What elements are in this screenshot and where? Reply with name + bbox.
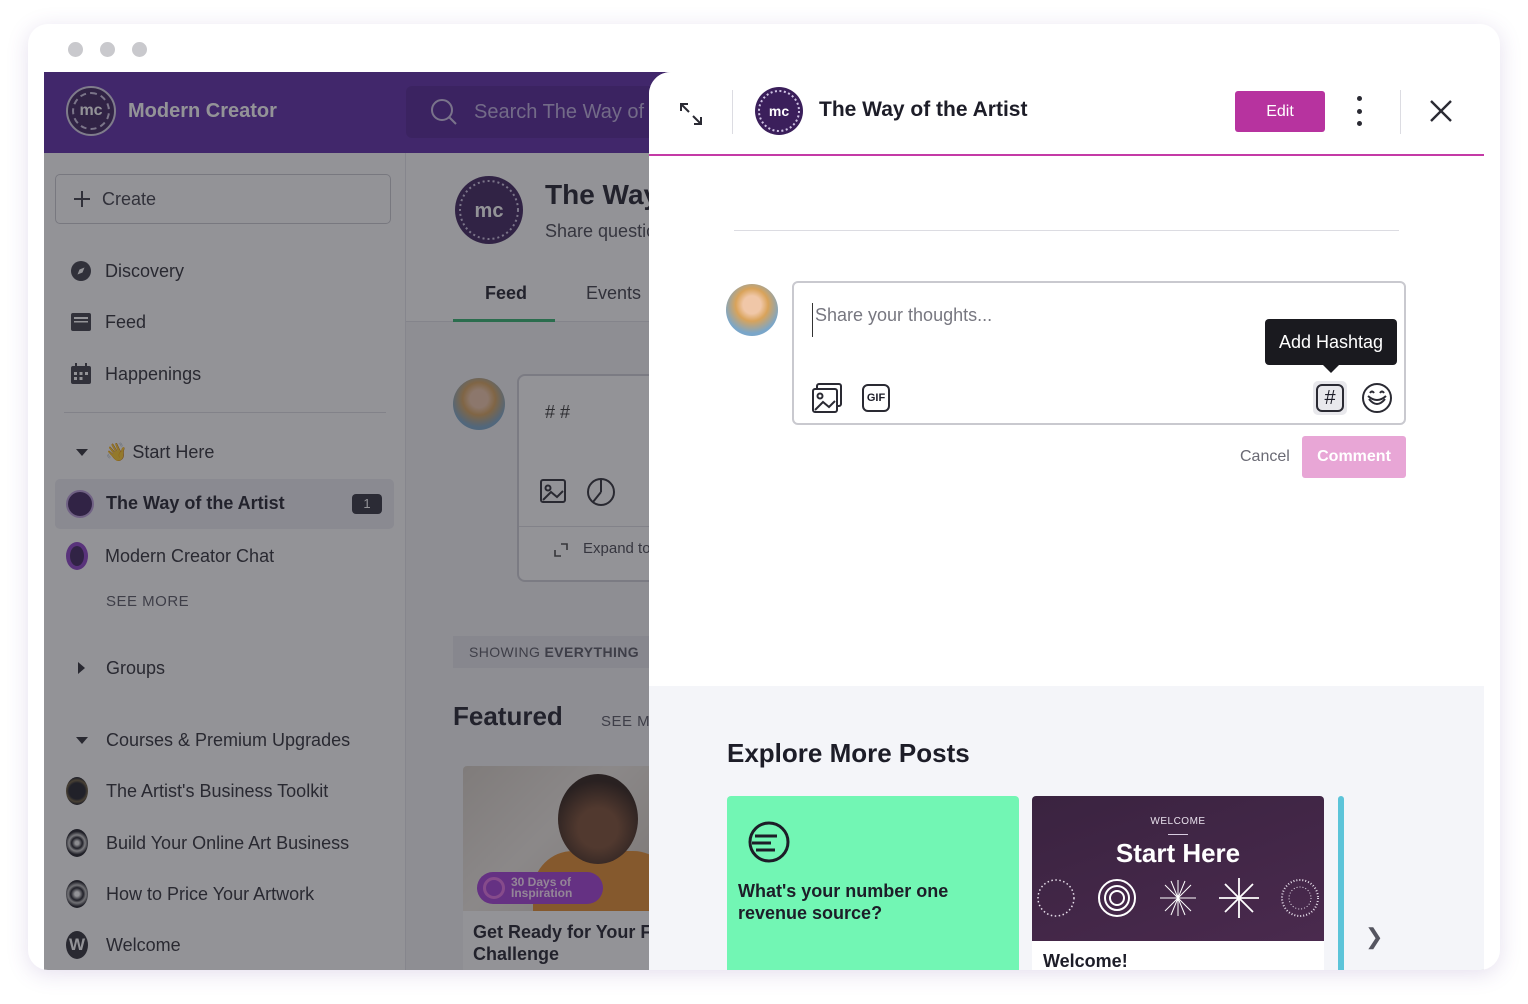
- window-dot-minimize[interactable]: [100, 42, 115, 57]
- chevron-right-icon[interactable]: ❯: [1365, 924, 1383, 950]
- explore-post-card[interactable]: WELCOME Start Here Welcome!: [1032, 796, 1324, 970]
- content-divider: [734, 230, 1399, 231]
- post-drawer: mc The Way of the Artist Edit Add Hashta…: [649, 72, 1484, 970]
- comment-submit-button[interactable]: Comment: [1302, 436, 1406, 478]
- svg-text:mc: mc: [769, 103, 789, 119]
- drawer-header: mc The Way of the Artist Edit: [649, 72, 1484, 156]
- image-upload-icon: [812, 383, 842, 413]
- explore-more-posts-section: Explore More Posts What's your number on…: [649, 686, 1484, 970]
- more-options-icon[interactable]: [1355, 96, 1363, 126]
- user-avatar: [726, 284, 778, 336]
- app-viewport: mc Modern Creator Create Discovery Feed: [44, 72, 1484, 970]
- group-logo-icon: mc: [755, 87, 803, 135]
- add-emoji-button[interactable]: [1360, 381, 1394, 415]
- drawer-title: The Way of the Artist: [819, 98, 1028, 121]
- header-separator: [732, 90, 733, 134]
- explore-heading: Explore More Posts: [727, 738, 970, 768]
- post-card-title: Welcome!: [1043, 951, 1128, 970]
- edit-button[interactable]: Edit: [1235, 91, 1325, 132]
- add-hashtag-button[interactable]: #: [1313, 381, 1347, 415]
- hashtag-icon: #: [1316, 384, 1344, 412]
- add-gif-button[interactable]: GIF: [859, 381, 893, 415]
- gif-icon: GIF: [862, 384, 890, 412]
- header-separator: [1400, 90, 1401, 134]
- window-controls: [68, 42, 147, 57]
- cancel-button[interactable]: Cancel: [1240, 448, 1290, 466]
- browser-window: mc Modern Creator Create Discovery Feed: [28, 24, 1500, 970]
- window-dot-maximize[interactable]: [132, 42, 147, 57]
- starburst-icons: [1037, 878, 1319, 918]
- emoji-icon: [1362, 383, 1392, 413]
- add-image-button[interactable]: [810, 381, 844, 415]
- comment-box: Add Hashtag GIF #: [792, 281, 1406, 425]
- window-dot-close[interactable]: [68, 42, 83, 57]
- explore-post-card[interactable]: What's your number one revenue source?: [727, 796, 1019, 970]
- comment-input[interactable]: [812, 303, 1237, 337]
- expand-arrows-icon[interactable]: [677, 100, 705, 128]
- revenue-disc-icon: [748, 821, 790, 863]
- post-card-banner: WELCOME Start Here: [1032, 796, 1324, 941]
- add-hashtag-tooltip: Add Hashtag: [1265, 319, 1397, 373]
- close-icon[interactable]: [1429, 99, 1453, 123]
- post-card-text: What's your number one revenue source?: [738, 881, 949, 923]
- explore-post-card-partial[interactable]: [1338, 796, 1344, 970]
